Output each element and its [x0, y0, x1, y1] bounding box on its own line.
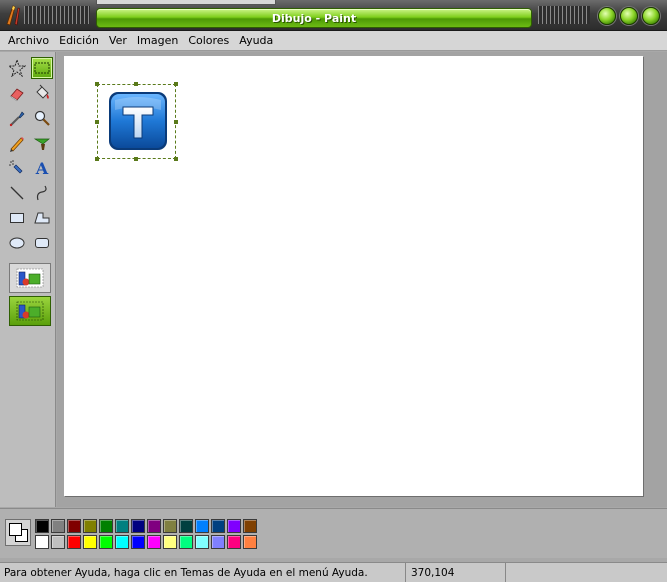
title-grip-right — [538, 6, 590, 24]
menu-colores[interactable]: Colores — [183, 34, 234, 47]
line-icon — [10, 186, 24, 200]
tool-polygon[interactable] — [31, 207, 53, 229]
rect-select-icon — [34, 62, 50, 74]
title-grip-left — [24, 6, 90, 24]
maximize-button[interactable] — [620, 7, 638, 25]
selection-handle-ne[interactable] — [174, 82, 178, 86]
rounded-rect-icon — [35, 238, 49, 248]
selection-handle-e[interactable] — [174, 120, 178, 124]
paint-bucket-icon — [36, 84, 49, 99]
transparent-selection-option[interactable] — [9, 296, 51, 326]
close-button[interactable] — [642, 7, 660, 25]
menu-archivo[interactable]: Archivo — [3, 34, 54, 47]
tool-rounded-rectangle[interactable] — [31, 232, 53, 254]
tool-box: A — [0, 52, 56, 507]
tool-pick-color[interactable] — [6, 107, 28, 129]
pencil-icon — [10, 137, 24, 152]
status-coordinates: 370,104 — [406, 563, 506, 582]
title-pill: Dibujo - Paint — [96, 8, 532, 28]
tool-line[interactable] — [6, 182, 28, 204]
palette-swatch[interactable] — [163, 519, 177, 533]
menu-ayuda[interactable]: Ayuda — [234, 34, 278, 47]
palette-swatch[interactable] — [99, 519, 113, 533]
palette-swatch[interactable] — [115, 535, 129, 549]
title-notch — [96, 0, 276, 5]
foreground-color-swatch[interactable] — [9, 523, 22, 536]
window-title: Dibujo - Paint — [271, 12, 357, 25]
palette-swatch[interactable] — [179, 535, 193, 549]
tool-ellipse[interactable] — [6, 232, 28, 254]
palette-swatch[interactable] — [211, 535, 225, 549]
paint-app-icon[interactable] — [4, 4, 22, 26]
selection-handle-se[interactable] — [174, 157, 178, 161]
color-palette-bar — [0, 508, 667, 558]
menu-bar: Archivo Edición Ver Imagen Colores Ayuda — [0, 31, 667, 51]
palette-swatch[interactable] — [99, 535, 113, 549]
selection-handle-sw[interactable] — [95, 157, 99, 161]
palette-swatch[interactable] — [147, 519, 161, 533]
t-letter-icon — [109, 92, 167, 150]
palette-swatch[interactable] — [67, 535, 81, 549]
menu-ver[interactable]: Ver — [104, 34, 132, 47]
palette-swatch[interactable] — [51, 519, 65, 533]
palette-swatch[interactable] — [227, 519, 241, 533]
selection-handle-s[interactable] — [134, 157, 138, 161]
eraser-icon — [10, 88, 24, 102]
brush-icon — [33, 138, 50, 150]
ellipse-icon — [9, 237, 25, 249]
selection-handle-w[interactable] — [95, 120, 99, 124]
palette-swatch[interactable] — [211, 519, 225, 533]
opaque-selection-option[interactable] — [9, 263, 51, 293]
menu-edicion[interactable]: Edición — [54, 34, 104, 47]
magnifier-icon — [34, 110, 50, 126]
tool-eraser[interactable] — [6, 82, 28, 104]
status-bar: Para obtener Ayuda, haga clic en Temas d… — [0, 562, 667, 582]
status-help-text: Para obtener Ayuda, haga clic en Temas d… — [0, 563, 406, 582]
svg-text:A: A — [35, 159, 49, 177]
opaque-selection-icon — [16, 268, 44, 288]
eyedropper-icon — [9, 111, 25, 127]
palette-swatch[interactable] — [51, 535, 65, 549]
star-select-icon — [8, 59, 26, 77]
palette-swatch[interactable] — [243, 535, 257, 549]
airbrush-icon — [9, 160, 23, 174]
palette-swatch[interactable] — [131, 519, 145, 533]
text-a-icon: A — [35, 159, 49, 177]
tool-curve[interactable] — [31, 182, 53, 204]
curve-icon — [36, 185, 47, 201]
palette-swatch[interactable] — [227, 535, 241, 549]
tool-free-form-select[interactable] — [6, 57, 28, 79]
tool-fill[interactable] — [31, 82, 53, 104]
polygon-icon — [34, 212, 50, 224]
palette-swatch[interactable] — [163, 535, 177, 549]
tool-rectangle[interactable] — [6, 207, 28, 229]
transparent-selection-icon — [16, 301, 44, 321]
palette-swatch[interactable] — [195, 535, 209, 549]
tool-magnifier[interactable] — [31, 107, 53, 129]
palette-swatch[interactable] — [243, 519, 257, 533]
tool-rect-select[interactable] — [31, 57, 53, 79]
palette-swatch[interactable] — [147, 535, 161, 549]
palette-swatch[interactable] — [83, 519, 97, 533]
tool-airbrush[interactable] — [6, 157, 28, 179]
palette-swatch[interactable] — [179, 519, 193, 533]
palette-swatch[interactable] — [35, 519, 49, 533]
palette-swatch[interactable] — [115, 519, 129, 533]
current-colors[interactable] — [5, 519, 31, 546]
tool-text[interactable]: A — [31, 157, 53, 179]
minimize-button[interactable] — [598, 7, 616, 25]
tool-brush[interactable] — [31, 132, 53, 154]
palette-swatch[interactable] — [131, 535, 145, 549]
title-bar[interactable]: Dibujo - Paint — [0, 0, 667, 31]
palette-swatch[interactable] — [195, 519, 209, 533]
tool-pencil[interactable] — [6, 132, 28, 154]
selection-handle-n[interactable] — [134, 82, 138, 86]
menu-imagen[interactable]: Imagen — [132, 34, 183, 47]
palette-swatch[interactable] — [83, 535, 97, 549]
palette-swatch[interactable] — [67, 519, 81, 533]
selection-handle-nw[interactable] — [95, 82, 99, 86]
palette-swatch[interactable] — [35, 535, 49, 549]
rectangle-icon — [10, 213, 24, 223]
